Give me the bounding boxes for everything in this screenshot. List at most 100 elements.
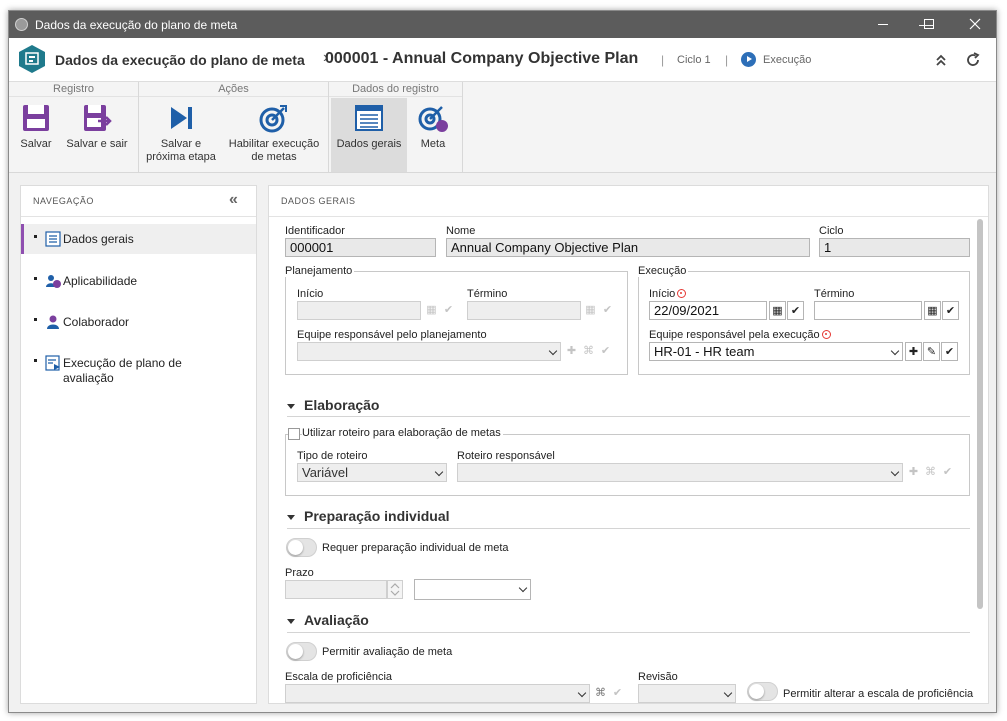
app-window: Dados da execução do plano de meta — Dad… [8, 10, 997, 713]
planning-team-label: Equipe responsável pelo planejamento [297, 329, 487, 341]
allow-change-scale-toggle[interactable] [747, 682, 778, 701]
execution-team-label-text: Equipe responsável pela execução [649, 329, 820, 341]
cycle-field[interactable]: 1 [819, 238, 970, 257]
target-check-icon [259, 105, 287, 133]
clear-date-icon[interactable]: ✔ [787, 301, 804, 320]
nav-item-collaborator[interactable]: Colaborador [21, 314, 256, 338]
calendar-icon: ▦ [426, 304, 437, 316]
elaboration-section-header[interactable]: Elaboração [287, 397, 379, 413]
skip-next-icon [171, 107, 192, 129]
responsible-script-select [457, 463, 903, 482]
divider [21, 216, 256, 217]
caret-down-icon [287, 403, 295, 409]
add-icon: ✚ [908, 466, 919, 478]
user-icon [47, 315, 59, 329]
floppy-disk-icon [23, 105, 49, 131]
clear-icon: ✔ [600, 345, 611, 357]
refresh-button[interactable] [963, 50, 983, 70]
elaboration-title: Elaboração [304, 397, 380, 413]
execution-plan-icon [45, 355, 60, 371]
calendar-icon[interactable]: ▦ [924, 301, 941, 320]
planning-start-field [297, 301, 421, 320]
edit-pencil-icon[interactable]: ✎ [923, 342, 940, 361]
execution-legend: Execução [638, 265, 689, 277]
double-chevron-up-icon [936, 54, 946, 66]
save-and-exit-button[interactable]: Salvar e sair [65, 98, 129, 172]
divider [287, 416, 970, 417]
collapse-header-button[interactable] [931, 50, 951, 70]
close-button[interactable] [952, 11, 996, 38]
individual-prep-section-header[interactable]: Preparação individual [287, 508, 450, 524]
nav-item-general-data[interactable]: Dados gerais [21, 224, 256, 254]
stepper-arrows-icon [390, 583, 400, 596]
save-button[interactable]: Salvar [11, 98, 61, 172]
form-list-icon [355, 105, 383, 131]
deadline-stepper [387, 580, 403, 599]
clear-date-icon[interactable]: ✔ [942, 301, 959, 320]
page-header: Dados da execução do plano de meta › 000… [9, 38, 996, 82]
execution-start-field[interactable]: 22/09/2021 [649, 301, 767, 320]
users-icon [46, 275, 61, 288]
name-field[interactable]: Annual Company Objective Plan [446, 238, 810, 257]
maximize-button[interactable] [906, 11, 952, 38]
use-script-checkbox[interactable] [288, 428, 300, 440]
identifier-field[interactable]: 000001 [285, 238, 436, 257]
minimize-button[interactable] [860, 11, 906, 38]
enable-execution-button[interactable]: Habilitar execução de metas [223, 98, 325, 172]
breadcrumb-parent: Dados da execução do plano de meta [55, 52, 305, 68]
breadcrumb-current: 000001 - Annual Company Objective Plan [325, 50, 639, 67]
responsible-script-label: Roteiro responsável [457, 450, 555, 462]
bullet-icon [34, 235, 37, 238]
list-icon [45, 231, 61, 247]
chevron-down-icon [548, 346, 558, 356]
individual-prep-toggle-label: Requer preparação individual de meta [322, 542, 509, 554]
script-type-value: Variável [302, 465, 349, 480]
planning-end-field [467, 301, 581, 320]
deadline-unit-select[interactable] [414, 579, 531, 600]
chevron-down-icon [890, 346, 900, 356]
cycle-label: Ciclo 1 [677, 54, 711, 66]
chevron-down-icon [434, 467, 444, 477]
general-data-button[interactable]: Dados gerais [331, 98, 407, 172]
execution-end-field[interactable] [814, 301, 922, 320]
title-bar: Dados da execução do plano de meta — [9, 11, 996, 38]
clear-team-icon[interactable]: ✔ [941, 342, 958, 361]
save-next-step-button[interactable]: Salvar e próxima etapa [143, 98, 219, 172]
revision-label: Revisão [638, 671, 678, 683]
proficiency-scale-select [285, 684, 590, 703]
individual-prep-toggle[interactable] [286, 538, 317, 557]
planning-end-label: Término [467, 288, 508, 300]
calendar-icon[interactable]: ▦ [769, 301, 786, 320]
individual-prep-title: Preparação individual [304, 508, 450, 524]
evaluation-section-header[interactable]: Avaliação [287, 612, 369, 628]
add-team-icon[interactable]: ✚ [905, 342, 922, 361]
collapse-panel-icon[interactable]: « [229, 191, 238, 209]
save-button-label: Salvar [20, 138, 52, 150]
save-exit-icon [84, 105, 112, 131]
caret-down-icon [287, 618, 295, 624]
deadline-field [285, 580, 387, 599]
execution-team-label: Equipe responsável pela execução [649, 329, 831, 341]
nav-item-applicability[interactable]: Aplicabilidade [21, 273, 256, 297]
cycle-field-label: Ciclo [819, 225, 844, 237]
allow-evaluation-toggle[interactable] [286, 642, 317, 661]
execution-team-select[interactable]: HR-01 - HR team [649, 342, 903, 361]
nav-item-label: Dados gerais [63, 232, 134, 246]
vertical-scrollbar[interactable] [977, 219, 983, 609]
goal-label: Meta [420, 138, 446, 150]
bullet-icon [34, 359, 37, 362]
chevron-down-icon [577, 688, 587, 698]
script-type-select: Variável [297, 463, 447, 482]
planning-start-label: Início [297, 288, 324, 300]
window-title: Dados da execução do plano de meta [35, 18, 238, 32]
nav-item-label-line2: avaliação [63, 371, 114, 385]
nav-item-execution-plan[interactable]: Execução de plano de avaliação [21, 355, 256, 389]
chevron-down-icon [518, 583, 528, 593]
goal-button[interactable]: Meta [411, 98, 455, 172]
save-next-label-1: Salvar e [160, 138, 202, 150]
planning-team-select [297, 342, 561, 361]
revision-select [638, 684, 736, 703]
save-exit-label: Salvar e sair [66, 138, 128, 150]
nav-item-label: Aplicabilidade [63, 274, 138, 288]
ribbon-group-title: Ações [139, 82, 328, 97]
